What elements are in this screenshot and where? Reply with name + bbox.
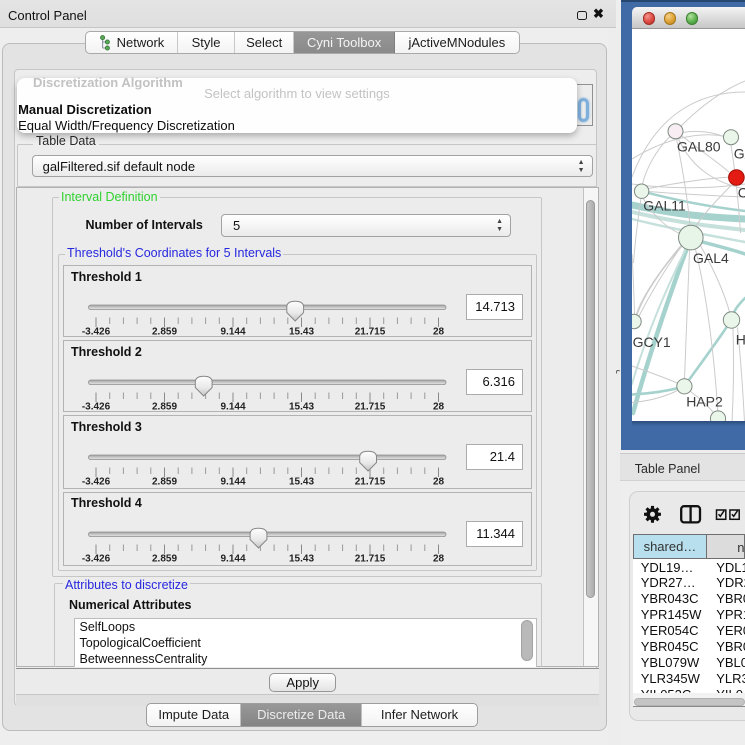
svg-text:28: 28 xyxy=(433,477,445,488)
svg-text:15.43: 15.43 xyxy=(289,553,314,564)
svg-text:GCY1: GCY1 xyxy=(633,334,671,350)
svg-text:-3.426: -3.426 xyxy=(82,477,111,488)
svg-text:21.715: 21.715 xyxy=(355,327,386,338)
svg-text:9.144: 9.144 xyxy=(220,477,245,488)
svg-text:2.859: 2.859 xyxy=(152,477,177,488)
svg-text:15.43: 15.43 xyxy=(289,477,314,488)
svg-text:21.715: 21.715 xyxy=(355,477,386,488)
svg-text:2.859: 2.859 xyxy=(152,402,177,413)
svg-text:9.144: 9.144 xyxy=(220,402,245,413)
svg-text:9.144: 9.144 xyxy=(220,553,245,564)
svg-text:15.43: 15.43 xyxy=(289,327,314,338)
svg-text:28: 28 xyxy=(433,327,445,338)
svg-text:HAP2: HAP2 xyxy=(687,393,724,409)
svg-text:2.859: 2.859 xyxy=(152,327,177,338)
svg-text:-3.426: -3.426 xyxy=(82,402,111,413)
svg-text:H: H xyxy=(736,331,745,347)
svg-text:2.859: 2.859 xyxy=(152,553,177,564)
svg-text:-3.426: -3.426 xyxy=(82,553,111,564)
svg-text:GAL4: GAL4 xyxy=(693,250,729,266)
svg-text:GAL11: GAL11 xyxy=(644,197,687,213)
svg-text:C: C xyxy=(738,184,745,200)
svg-text:GAL80: GAL80 xyxy=(677,138,721,154)
svg-text:28: 28 xyxy=(433,402,445,413)
svg-text:15.43: 15.43 xyxy=(289,402,314,413)
svg-text:-3.426: -3.426 xyxy=(82,327,111,338)
svg-text:9.144: 9.144 xyxy=(220,327,245,338)
svg-text:28: 28 xyxy=(433,553,445,564)
svg-text:21.715: 21.715 xyxy=(355,402,386,413)
svg-text:GA: GA xyxy=(734,145,745,161)
svg-text:21.715: 21.715 xyxy=(355,553,386,564)
